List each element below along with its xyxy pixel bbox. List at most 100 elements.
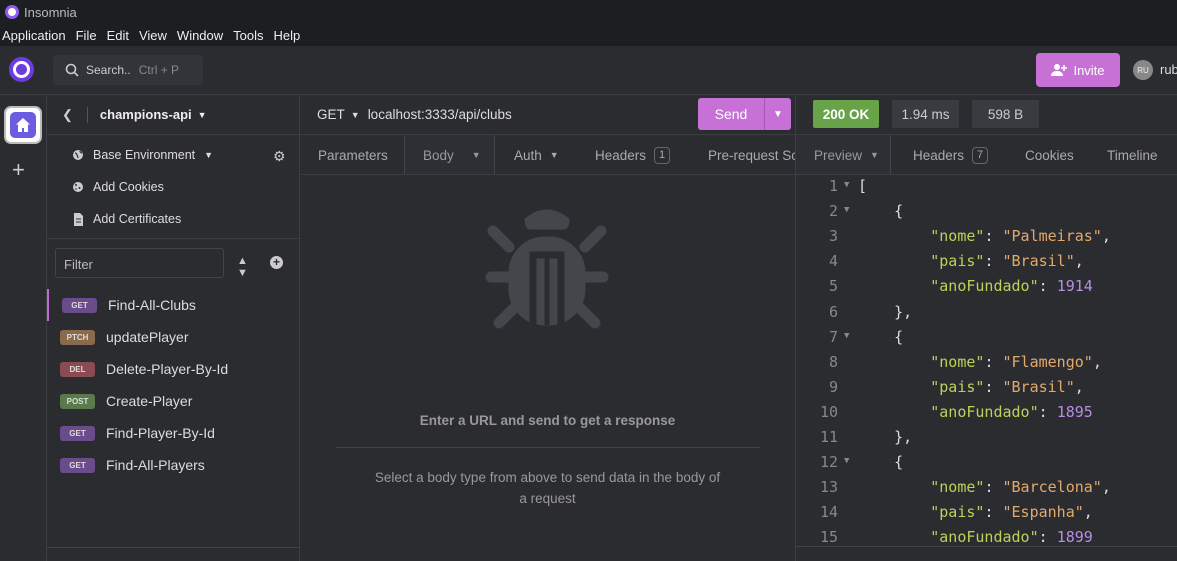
caret-down-icon: ▼ [870, 150, 879, 160]
url-input[interactable]: localhost:3333/api/clubs [368, 107, 512, 122]
code-text: "nome": "Barcelona", [930, 478, 1111, 497]
line-number: 1 [828, 177, 838, 195]
request-item-update-player[interactable]: PTCH updatePlayer [47, 321, 299, 353]
response-size: 598 B [972, 100, 1039, 128]
home-button[interactable] [4, 106, 42, 144]
tab-pre-request-script[interactable]: Pre-request Sc [708, 135, 795, 174]
horizontal-scrollbar[interactable] [796, 546, 1177, 547]
code-line: 11 }, [796, 428, 1177, 453]
menu-bar: Application File Edit View Window Tools … [0, 24, 1177, 46]
menu-help[interactable]: Help [272, 28, 307, 43]
code-line: 2 ▼ { [796, 202, 1177, 227]
code-text: "anoFundado": 1895 [930, 402, 1093, 421]
line-number: 5 [828, 277, 838, 296]
tab-auth[interactable]: Auth ▼ [514, 135, 559, 174]
cookie-icon [73, 182, 83, 192]
fold-chevron-icon[interactable]: ▼ [844, 331, 849, 341]
caret-down-icon: ▼ [471, 150, 481, 160]
code-line: 5 "anoFundado": 1914 [796, 277, 1177, 302]
send-options-chevron-down-icon[interactable]: ▼ [764, 98, 791, 130]
add-certificates-button[interactable]: Add Certificates [72, 212, 181, 226]
fold-chevron-icon[interactable]: ▼ [844, 456, 849, 466]
code-line: 14 "pais": "Espanha", [796, 503, 1177, 528]
search-shortcut: Ctrl + P [138, 63, 180, 77]
line-number: 3 [828, 227, 838, 246]
send-button[interactable]: Send [698, 98, 764, 130]
code-text: }, [858, 428, 913, 446]
code-text: "anoFundado": 1914 [930, 277, 1093, 296]
add-request-icon[interactable]: + [270, 256, 283, 269]
user-name[interactable]: rub [1160, 62, 1177, 77]
divider [86, 106, 88, 123]
request-name: Find-Player-By-Id [106, 425, 215, 441]
response-tabs: Preview ▼ Headers 7 Cookies Timeline [796, 135, 1177, 175]
caret-down-icon[interactable]: ▼ [198, 110, 207, 120]
request-item-find-all-clubs[interactable]: GET Find-All-Clubs [47, 289, 299, 321]
tab-headers[interactable]: Headers 1 [595, 135, 671, 174]
code-line: 7 ▼ { [796, 328, 1177, 353]
method-select[interactable]: GET [317, 107, 345, 122]
tab-response-headers[interactable]: Headers 7 [913, 135, 989, 174]
add-project-icon[interactable]: + [12, 157, 25, 183]
line-number: 4 [828, 252, 838, 271]
invite-label: Invite [1073, 62, 1105, 78]
project-name[interactable]: champions-api [100, 107, 192, 122]
menu-application[interactable]: Application [0, 28, 72, 43]
code-line: 10 "anoFundado": 1895 [796, 403, 1177, 428]
menu-view[interactable]: View [137, 28, 173, 43]
line-number: 13 [819, 478, 838, 497]
menu-window[interactable]: Window [175, 28, 229, 43]
insomnia-logo-icon [5, 5, 19, 19]
code-line: 4 "pais": "Brasil", [796, 252, 1177, 277]
fold-chevron-icon[interactable]: ▼ [844, 180, 849, 190]
sort-icon[interactable]: ▲ ▼ [237, 255, 248, 279]
line-number: 12 [819, 453, 838, 472]
line-number: 8 [828, 352, 838, 371]
add-user-icon [1051, 64, 1068, 76]
divider [336, 447, 760, 448]
line-number: 15 [819, 528, 838, 547]
line-number: 7 [828, 327, 838, 346]
menu-file[interactable]: File [74, 28, 103, 43]
home-icon [16, 118, 30, 132]
caret-down-icon[interactable]: ▼ [351, 110, 360, 120]
request-item-find-player-by-id[interactable]: GET Find-Player-By-Id [47, 417, 299, 449]
request-name: updatePlayer [106, 329, 189, 345]
code-text: { [858, 202, 904, 221]
request-item-find-all-players[interactable]: GET Find-All-Players [47, 449, 299, 481]
menu-tools[interactable]: Tools [231, 28, 269, 43]
base-environment-select[interactable]: Base Environment ▼ [72, 148, 213, 162]
add-cookies-label: Add Cookies [93, 180, 164, 194]
filter-input[interactable]: Filter [55, 248, 224, 278]
add-cookies-button[interactable]: Add Cookies [72, 180, 164, 194]
empty-state-body: Select a body type from above to send da… [374, 470, 721, 506]
tab-body[interactable]: Body ▼ [404, 135, 495, 174]
request-item-delete-player-by-id[interactable]: DEL Delete-Player-By-Id [47, 353, 299, 385]
project-header: ❮ champions-api ▼ [47, 95, 299, 135]
method-badge: DEL [60, 361, 95, 377]
code-text: { [858, 453, 904, 472]
response-status-bar: 200 OK 1.94 ms 598 B [796, 95, 1177, 135]
sidebar: ❮ champions-api ▼ Base Environment ▼ ⚙ A… [47, 95, 300, 561]
app-logo-icon[interactable] [9, 57, 34, 82]
menu-edit[interactable]: Edit [105, 28, 135, 43]
tab-parameters[interactable]: Parameters [318, 135, 388, 174]
response-headers-count: 7 [972, 146, 989, 164]
window-title: Insomnia [24, 4, 77, 20]
tab-cookies[interactable]: Cookies [1025, 135, 1074, 174]
chevron-left-icon[interactable]: ❮ [62, 107, 73, 123]
fold-chevron-icon[interactable]: ▼ [844, 205, 849, 215]
gear-icon[interactable]: ⚙ [273, 148, 286, 165]
search-label: Search.. [86, 63, 131, 77]
tab-timeline[interactable]: Timeline [1107, 135, 1158, 174]
request-name: Delete-Player-By-Id [106, 361, 229, 377]
code-text: }, [858, 302, 913, 321]
request-item-create-player[interactable]: POST Create-Player [47, 385, 299, 417]
avatar[interactable]: RU [1133, 60, 1153, 80]
search-button[interactable]: Search.. Ctrl + P [53, 55, 203, 85]
request-name: Create-Player [106, 393, 193, 409]
code-text: "nome": "Palmeiras", [930, 227, 1111, 246]
request-name: Find-All-Clubs [108, 297, 196, 313]
invite-button[interactable]: Invite [1036, 53, 1120, 87]
tab-preview[interactable]: Preview ▼ [796, 135, 891, 174]
